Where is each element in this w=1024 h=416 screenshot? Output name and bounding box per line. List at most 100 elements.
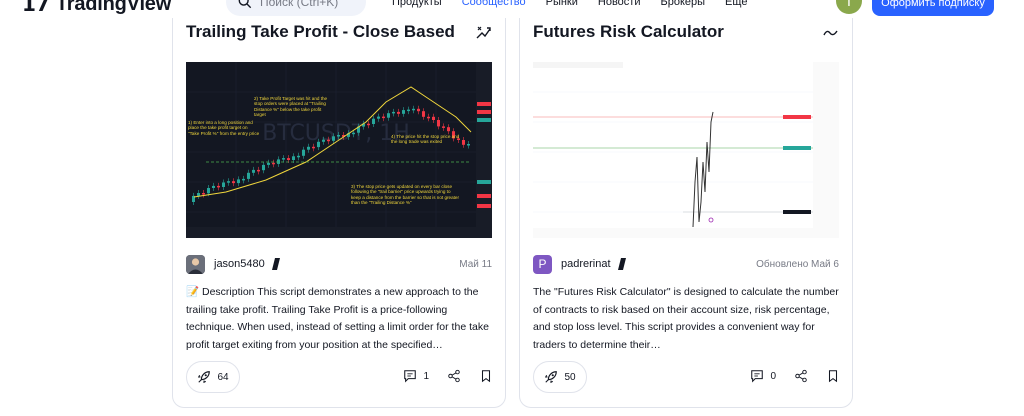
candle-body [417, 108, 420, 112]
boost-button[interactable]: 50 [533, 361, 587, 393]
publish-date: Май 11 [459, 258, 492, 270]
card-actions: 0 [750, 369, 840, 383]
boost-button[interactable]: 64 [186, 361, 240, 393]
logo-text: TradingView [55, 0, 172, 15]
author-name[interactable]: jason5480 [214, 258, 265, 270]
candle-body [212, 185, 215, 188]
rocket-icon [545, 371, 558, 384]
strategy-icon [476, 26, 491, 39]
candle-body [372, 118, 375, 124]
annotation-2: 2) Take Profit Target was hit and the st… [254, 96, 328, 118]
candle-body [237, 179, 240, 184]
candle-body [402, 110, 405, 114]
candle-body [292, 156, 295, 160]
candle-body [312, 146, 315, 149]
candle-body [267, 162, 270, 165]
user-avatar[interactable]: I [836, 0, 862, 14]
candle-body [197, 193, 200, 196]
candle-body [257, 169, 260, 172]
rocket-icon [198, 371, 211, 384]
candle-body [467, 144, 470, 146]
candle-body [222, 182, 225, 187]
candle-body [447, 127, 450, 132]
bookmark-icon[interactable] [479, 369, 493, 383]
candle-body [432, 116, 435, 120]
search-placeholder: Поиск (Ctrl+K) [260, 0, 339, 9]
candle-body [352, 132, 355, 135]
candle-body [422, 111, 425, 117]
nav-community[interactable]: Сообщество [452, 0, 536, 8]
top-navigation-bar: 17 TradingView Поиск (Ctrl+K) Продукты С… [0, 0, 1024, 16]
candle-body [217, 185, 220, 188]
script-card[interactable]: Trailing Take Profit - Close Based BTCUS… [172, 18, 506, 408]
comment-icon [404, 370, 417, 383]
candle-body [392, 111, 395, 114]
search-icon [238, 0, 252, 9]
candle-body [252, 169, 255, 173]
nav-products[interactable]: Продукты [382, 0, 452, 8]
candle-body [272, 162, 275, 165]
candle-body [202, 193, 205, 195]
annotation-3: 3) The stop price gets updated on every … [351, 184, 460, 206]
card-actions: 1 [403, 369, 493, 383]
main-nav: Продукты Сообщество Рынки Новости Брокер… [382, 0, 758, 8]
candle-body [297, 155, 300, 158]
candle-body [442, 126, 445, 128]
author-avatar[interactable]: P [533, 254, 552, 274]
nav-more[interactable]: Ещё [715, 0, 758, 8]
candle-body [462, 140, 465, 145]
annotation-4: 4) The price hit the stop price and the … [391, 134, 460, 145]
share-icon[interactable] [447, 369, 461, 383]
subscribe-button[interactable]: Оформить подписку [872, 0, 994, 16]
logo-mark: 17 [22, 0, 50, 16]
comments-button[interactable]: 0 [750, 369, 776, 383]
candle-body [287, 158, 290, 160]
candle-body [232, 181, 235, 184]
candle-body [332, 136, 335, 141]
indicator-icon [823, 30, 838, 36]
pine-pen-icon [617, 258, 626, 270]
script-description: The "Futures Risk Calculator" is designe… [533, 286, 839, 351]
candle-body [302, 149, 305, 156]
candle-body [337, 135, 340, 137]
author-row: P padrerinat Обновлено Май 6 [533, 254, 839, 274]
author-avatar[interactable] [186, 254, 205, 274]
candle-body [242, 178, 245, 181]
share-icon[interactable] [794, 369, 808, 383]
candle-body [407, 109, 410, 112]
nav-brokers[interactable]: Брокеры [650, 0, 715, 8]
candle-body [307, 146, 310, 150]
author-name[interactable]: padrerinat [561, 258, 611, 270]
candle-body [322, 139, 325, 142]
card-title[interactable]: Futures Risk Calculator [533, 22, 724, 42]
chart-thumbnail[interactable]: BTCUSDT, 1H 1) Enter into a long positio… [186, 62, 492, 238]
candle-body [317, 141, 320, 148]
candle-body [427, 116, 430, 119]
nav-news[interactable]: Новости [588, 0, 651, 8]
comment-count: 0 [770, 370, 776, 382]
chart-thumbnail[interactable] [533, 62, 839, 238]
boost-count: 50 [564, 371, 576, 383]
search-input[interactable]: Поиск (Ctrl+K) [226, 0, 366, 16]
candle-body [247, 172, 250, 179]
bookmark-icon[interactable] [826, 369, 840, 383]
candle-body [207, 188, 210, 194]
candle-body [377, 116, 380, 119]
script-card[interactable]: Futures Risk Calculator P padrerinat Обн… [519, 18, 853, 408]
comments-button[interactable]: 1 [403, 369, 429, 383]
person-icon [186, 254, 205, 274]
candle-body [387, 113, 390, 118]
publish-date: Обновлено Май 6 [756, 258, 839, 270]
candle-body [397, 111, 400, 114]
candle-body [327, 139, 330, 142]
card-title[interactable]: Trailing Take Profit - Close Based [186, 22, 455, 42]
candle-body [227, 181, 230, 183]
nav-markets[interactable]: Рынки [536, 0, 588, 8]
candle-body [382, 116, 385, 119]
boost-count: 64 [217, 371, 229, 383]
comment-icon [751, 370, 764, 383]
candle-body [412, 108, 415, 111]
script-description: 📝 Description This script demonstrates a… [186, 286, 489, 351]
author-row: jason5480 Май 11 [186, 254, 492, 274]
tradingview-logo[interactable]: 17 TradingView [22, 0, 171, 16]
